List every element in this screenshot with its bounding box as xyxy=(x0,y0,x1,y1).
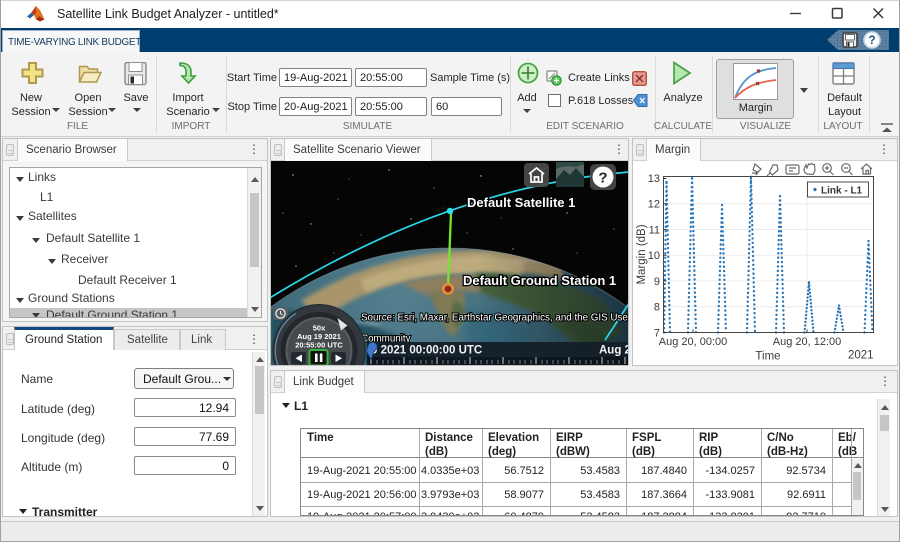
svg-text:Link - L1: Link - L1 xyxy=(821,185,863,196)
svg-text:12: 12 xyxy=(648,199,660,211)
svg-text:Source: Esri, Maxar, Earthstar: Source: Esri, Maxar, Earthstar Geographi… xyxy=(361,313,628,324)
svg-text:Aug 20, 00:00: Aug 20, 00:00 xyxy=(659,336,728,348)
svg-text:Aug 20, 12:00: Aug 20, 12:00 xyxy=(773,336,842,348)
svg-text:0 2021 00:00:00 UTC: 0 2021 00:00:00 UTC xyxy=(371,345,482,357)
svg-text:Default Ground Station 1: Default Ground Station 1 xyxy=(463,273,616,288)
svg-text:?: ? xyxy=(868,35,875,47)
svg-text:10: 10 xyxy=(648,250,660,262)
svg-text:11: 11 xyxy=(649,224,660,236)
svg-text:9: 9 xyxy=(654,276,660,288)
svg-text:?: ? xyxy=(598,170,607,187)
svg-text:8: 8 xyxy=(654,302,660,314)
svg-text:Default Satellite 1: Default Satellite 1 xyxy=(467,195,575,210)
svg-text:20:55:00 UTC: 20:55:00 UTC xyxy=(295,341,343,350)
svg-text:2021: 2021 xyxy=(848,350,874,362)
svg-text:Aug 2: Aug 2 xyxy=(599,345,628,357)
svg-text:13: 13 xyxy=(648,173,660,185)
svg-text:Time: Time xyxy=(755,351,780,363)
svg-text:Margin (dB): Margin (dB) xyxy=(636,224,648,284)
